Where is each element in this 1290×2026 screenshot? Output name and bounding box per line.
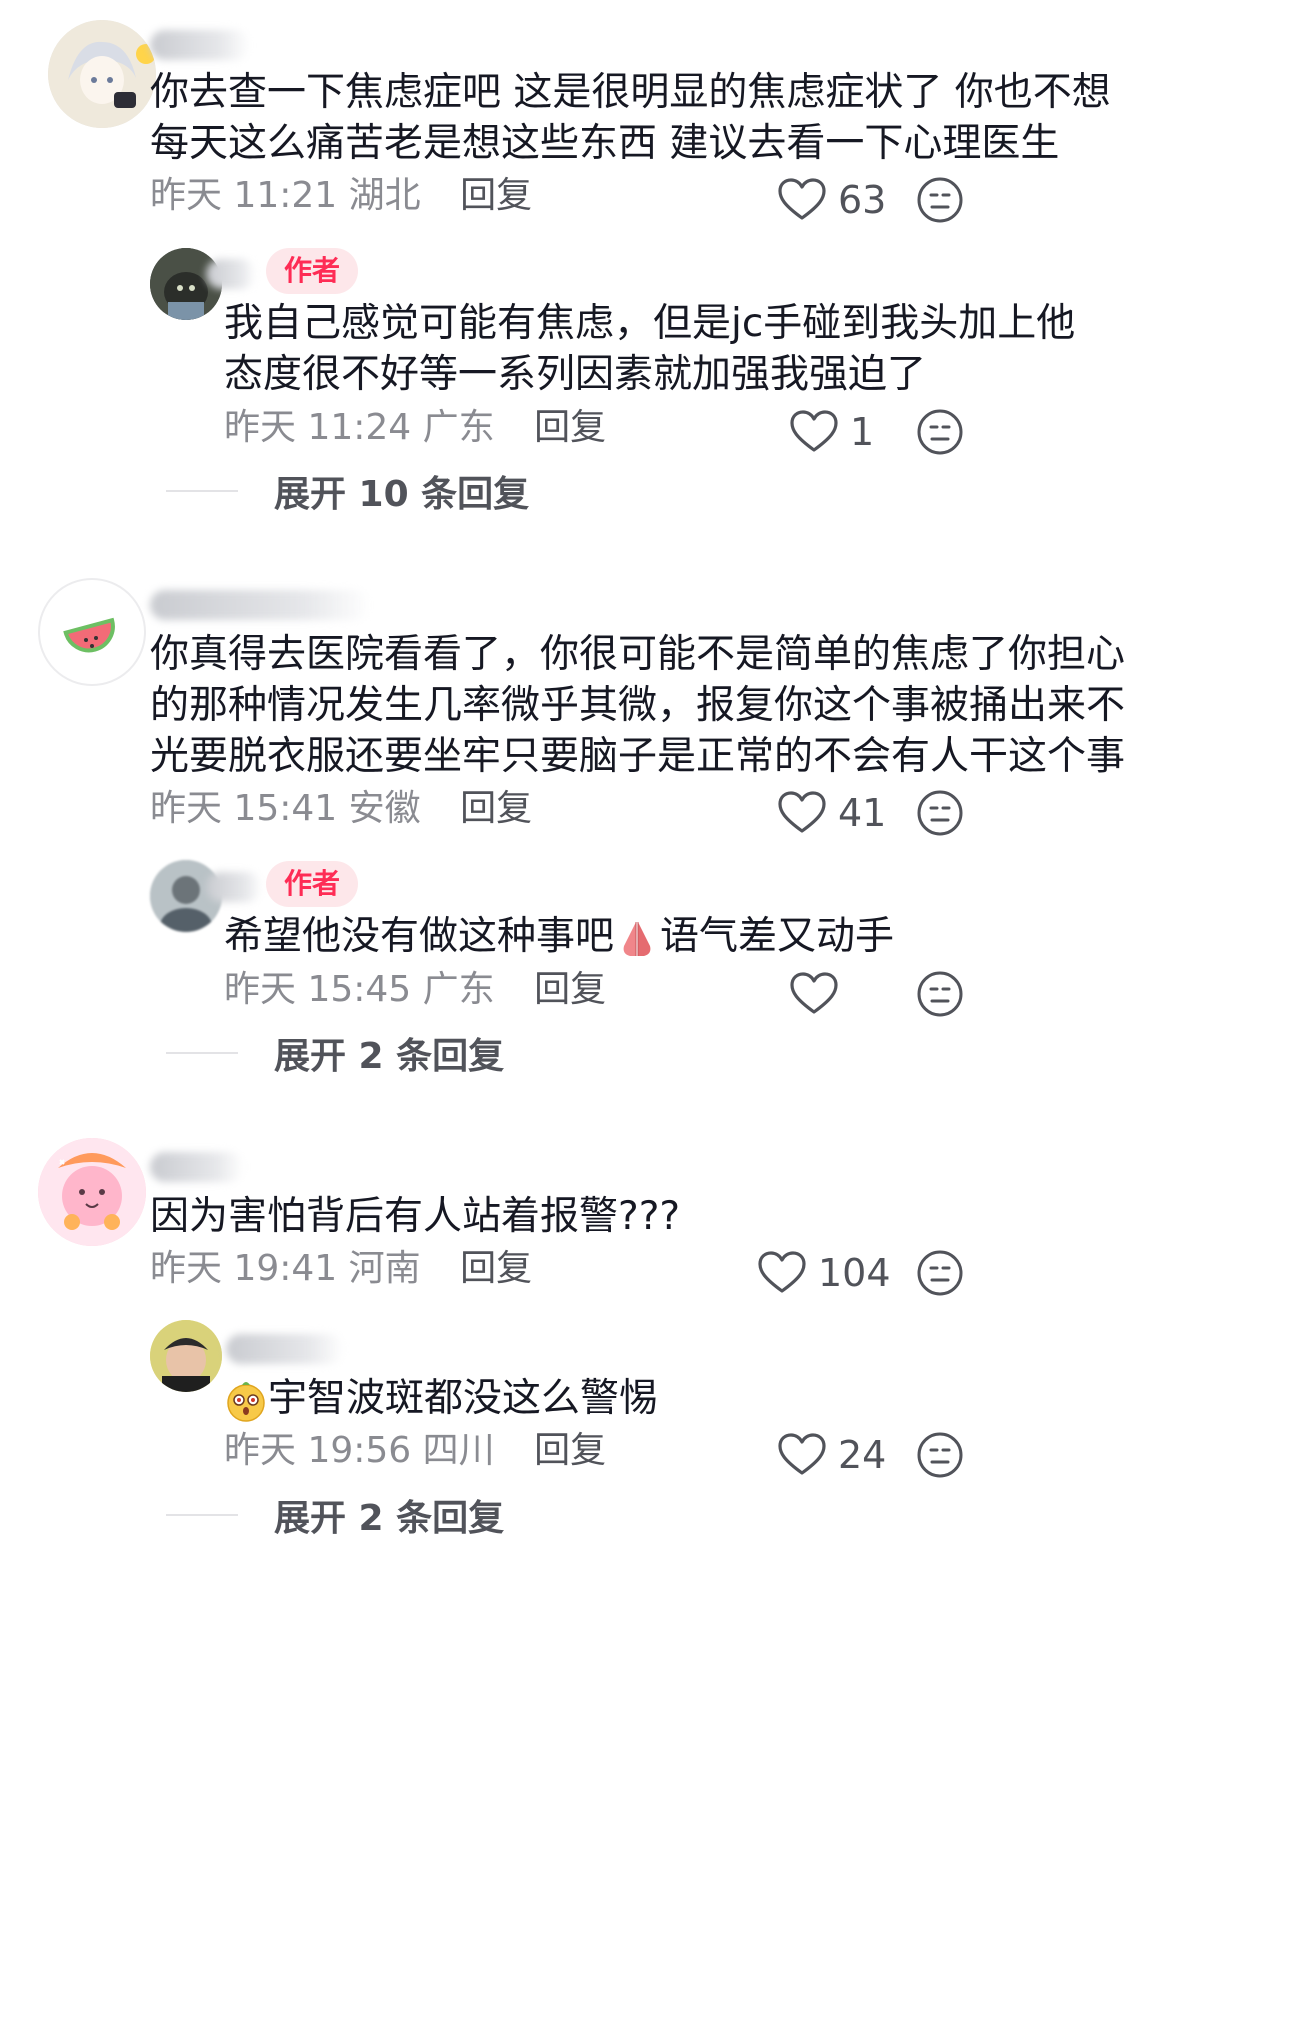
reply-username-blurred[interactable] (206, 872, 262, 902)
reply-text-line: 态度很不好等一系列因素就加强我强迫了 (224, 352, 927, 397)
reply-text: 希望他没有做这种事吧 语气差又动手 (224, 904, 894, 970)
comment-text-line: 因为害怕背后有人站着报警??? (150, 1194, 681, 1239)
location: 安徽 (348, 788, 421, 829)
dislike-face-icon[interactable] (912, 404, 968, 460)
reply-text-part: 宇智波斑都没这么警惕 (268, 1376, 659, 1421)
author-tag: 作者 (266, 861, 359, 907)
like-count: 104 (818, 1251, 891, 1295)
like-button[interactable]: 63 (774, 172, 886, 228)
pink-mascot-avatar-icon (38, 1138, 146, 1246)
reply-text-part: 语气差又动手 (660, 914, 895, 959)
reply-username-blurred[interactable] (226, 1334, 344, 1364)
anime-girl-avatar-icon (48, 20, 156, 128)
timestamp: 昨天 15:45 (224, 969, 412, 1010)
avatar[interactable] (38, 1138, 146, 1246)
username-blurred[interactable] (150, 1152, 244, 1182)
timestamp: 昨天 19:41 (150, 1248, 338, 1289)
timestamp: 昨天 15:41 (150, 788, 338, 829)
author-tag: 作者 (266, 248, 359, 294)
expand-replies-button[interactable]: 展开 2 条回复 (166, 1490, 504, 1540)
heart-icon (790, 972, 838, 1014)
expand-label: 展开 2 条回复 (274, 1498, 505, 1539)
divider-line (166, 490, 238, 492)
comment-meta: 昨天 11:21 湖北 回复 (150, 171, 532, 221)
timestamp: 昨天 11:21 (150, 175, 338, 216)
person-avatar-icon (150, 1320, 222, 1392)
reply-meta: 昨天 11:24 广东 回复 (224, 403, 606, 453)
reply-username-blurred[interactable] (206, 259, 256, 289)
reply-meta: 昨天 19:56 四川 回复 (224, 1426, 606, 1476)
like-count: 41 (838, 791, 887, 835)
like-count: 63 (838, 178, 887, 222)
comment-text-line: 每天这么痛苦老是想这些东西 建议去看一下心理医生 (150, 121, 1060, 166)
divider-line (166, 1052, 238, 1054)
like-button[interactable]: 1 (786, 404, 874, 460)
reply-button[interactable]: 回复 (534, 407, 606, 448)
reply-avatar[interactable] (150, 1320, 222, 1392)
dislike-face-icon[interactable] (912, 172, 968, 228)
avatar[interactable] (48, 20, 156, 128)
reply-meta: 昨天 15:45 广东 回复 (224, 965, 606, 1015)
avatar[interactable] (38, 578, 146, 686)
like-button[interactable]: 24 (774, 1427, 886, 1483)
location: 广东 (422, 969, 495, 1010)
divider-line (166, 1514, 238, 1516)
location: 河南 (348, 1248, 421, 1289)
reply-button[interactable]: 回复 (460, 788, 532, 829)
like-count: 1 (850, 410, 875, 454)
expand-replies-button[interactable]: 展开 2 条回复 (166, 1028, 504, 1078)
dislike-face-icon[interactable] (912, 1427, 968, 1483)
heart-icon (778, 178, 826, 220)
comment-text-line: 光要脱衣服还要坐牢只要脑子是正常的不会有人干这个事 (150, 734, 1126, 779)
reply-button[interactable]: 回复 (460, 1248, 532, 1289)
expand-replies-button[interactable]: 展开 10 条回复 (166, 466, 529, 516)
username-blurred[interactable] (150, 590, 370, 620)
location: 湖北 (348, 175, 421, 216)
like-count: 24 (838, 1433, 887, 1477)
reply-text-part: 希望他没有做这种事吧 (224, 914, 615, 959)
heart-icon (778, 1433, 826, 1475)
praying-hands-icon (623, 921, 651, 956)
comment-meta: 昨天 19:41 河南 回复 (150, 1244, 532, 1294)
reply-button[interactable]: 回复 (534, 1430, 606, 1471)
reply-button[interactable]: 回复 (534, 969, 606, 1010)
heart-icon (778, 791, 826, 833)
watermelon-icon (63, 617, 115, 653)
location: 广东 (422, 407, 495, 448)
expand-label: 展开 2 条回复 (274, 1036, 505, 1077)
location: 四川 (422, 1430, 495, 1471)
timestamp: 昨天 11:24 (224, 407, 412, 448)
dislike-face-icon[interactable] (912, 1245, 968, 1301)
surprised-face-icon (227, 1381, 265, 1422)
username-blurred[interactable] (150, 30, 250, 60)
dislike-face-icon[interactable] (912, 785, 968, 841)
dislike-face-icon[interactable] (912, 966, 968, 1022)
heart-icon (758, 1251, 806, 1293)
like-button[interactable]: 104 (754, 1245, 891, 1301)
like-button[interactable]: 41 (774, 785, 886, 841)
heart-icon (790, 410, 838, 452)
like-button[interactable] (786, 966, 850, 1022)
reply-text: 宇智波斑都没这么警惕 (224, 1366, 658, 1432)
expand-label: 展开 10 条回复 (274, 474, 530, 515)
reply-button[interactable]: 回复 (460, 175, 532, 216)
timestamp: 昨天 19:56 (224, 1430, 412, 1471)
comment-meta: 昨天 15:41 安徽 回复 (150, 784, 532, 834)
